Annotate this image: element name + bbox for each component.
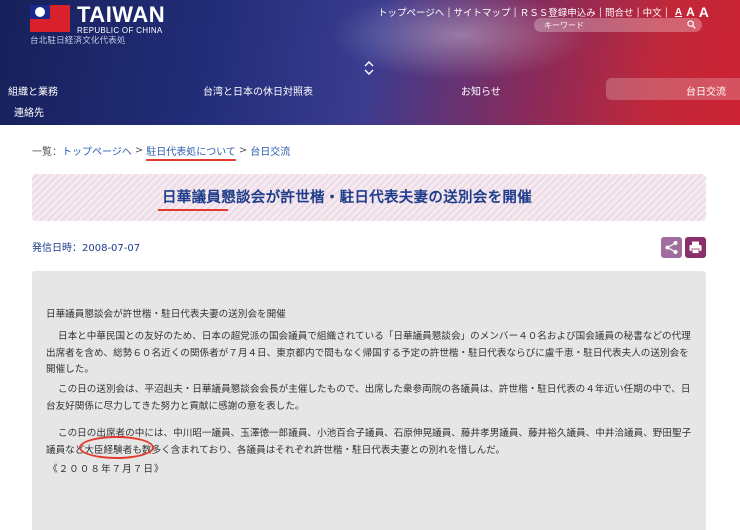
font-size-small-button[interactable]: A — [675, 7, 682, 18]
organization-name: 台北駐日経済文化代表処 — [30, 36, 126, 46]
nav-item-organization[interactable]: 組織と業務 — [8, 83, 58, 98]
page-title: 日華議員懇談会が許世楷・駐日代表夫妻の送別会を開催 — [162, 190, 532, 206]
logo-main-text: TAIWAN — [77, 2, 166, 27]
site-logo[interactable]: TAIWAN REPUBLIC OF CHINA — [30, 4, 165, 36]
search-icon[interactable] — [687, 20, 696, 29]
separator: | — [598, 6, 602, 18]
link-chinese[interactable]: 中文 — [643, 5, 662, 19]
site-header: TAIWAN REPUBLIC OF CHINA 台北駐日経済文化代表処 トップ… — [0, 0, 740, 125]
separator: | — [636, 6, 640, 18]
title-underline-mark — [158, 209, 228, 211]
separator: | — [513, 6, 517, 18]
breadcrumb: 一覧： トップページへ > 駐日代表処について > 台日交流 — [32, 143, 290, 158]
main-nav: 組織と業務 台湾と日本の休日対照表 お知らせ 台日交流 — [0, 78, 740, 102]
breadcrumb-item-exchange[interactable]: 台日交流 — [250, 143, 290, 158]
breadcrumb-item-top[interactable]: トップページへ — [62, 143, 132, 158]
article-heading: 日華議員懇談会が許世楷・駐日代表夫妻の送別会を開催 — [46, 309, 286, 320]
nav-item-exchange[interactable]: 台日交流 — [606, 78, 740, 100]
breadcrumb-item-about[interactable]: 駐日代表処について — [146, 143, 236, 158]
publish-date: 発信日時：2008-07-07 — [32, 243, 141, 254]
nav-item-contact[interactable]: 連絡先 — [14, 104, 44, 119]
nav-item-holidays[interactable]: 台湾と日本の休日対照表 — [203, 83, 313, 98]
separator: | — [447, 6, 451, 18]
article-paragraph-1: 日本と中華民国との友好のため、日本の超党派の国会議員で組織されている「日華議員懇… — [46, 331, 691, 375]
share-icon — [665, 241, 678, 254]
breadcrumb-prefix: 一覧： — [32, 147, 62, 158]
search-box — [534, 18, 702, 32]
article-dateline: 《２００８年７月７日》 — [48, 464, 165, 475]
highlight-circle-annotation — [79, 436, 154, 459]
printer-icon — [689, 241, 702, 254]
nav-item-news[interactable]: お知らせ — [461, 83, 501, 98]
link-rss[interactable]: ＲＳＳ登録申込み — [520, 5, 596, 19]
link-contact[interactable]: 問合せ — [605, 5, 634, 19]
title-banner: 日華議員懇談会が許世楷・駐日代表夫妻の送別会を開催 — [32, 174, 706, 221]
print-button[interactable] — [685, 237, 706, 258]
separator: | — [664, 6, 668, 18]
font-size-medium-button[interactable]: A — [686, 5, 695, 19]
link-sitemap[interactable]: サイトマップ — [454, 5, 511, 19]
chevron-up-down-icon[interactable] — [362, 60, 376, 76]
breadcrumb-separator: > — [134, 145, 144, 156]
taiwan-flag-icon — [30, 5, 70, 32]
article-paragraph-2: この日の送別会は、平沼赳夫・日華議員懇談会会長が主催したもので、出席した衆参両院… — [46, 384, 691, 412]
font-size-large-button[interactable]: A — [699, 4, 709, 20]
article-body: 日華議員懇談会が許世楷・駐日代表夫妻の送別会を開催 日本と中華民国との友好のため… — [32, 271, 706, 530]
link-top-page[interactable]: トップページへ — [378, 5, 444, 19]
breadcrumb-separator: > — [238, 145, 248, 156]
search-input[interactable] — [544, 20, 684, 30]
share-button[interactable] — [661, 237, 682, 258]
